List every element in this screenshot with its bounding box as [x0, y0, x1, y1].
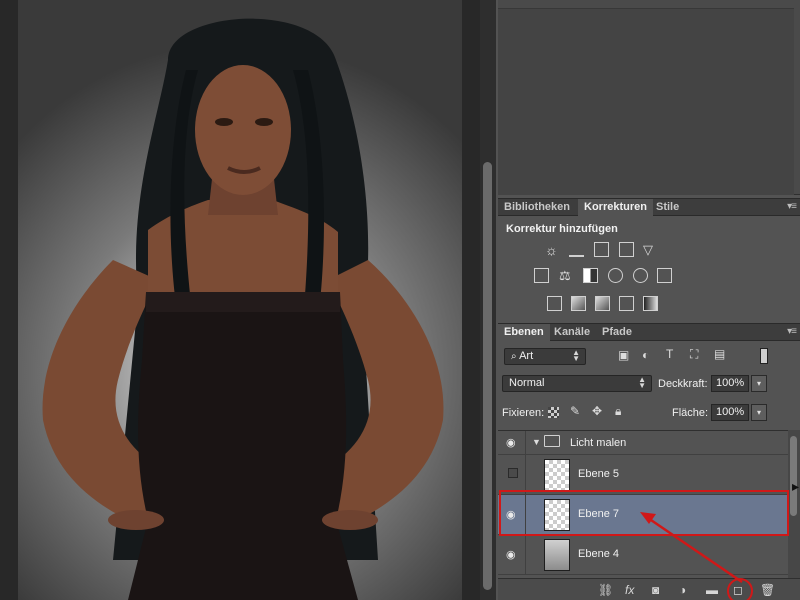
- fill-input[interactable]: 100%: [711, 404, 749, 421]
- tab-pfade[interactable]: Pfade: [596, 324, 638, 341]
- new-layer-icon[interactable]: ◻: [733, 583, 743, 597]
- updown-icon: ▲ ▼: [572, 348, 580, 363]
- layer-style-fx-icon[interactable]: fx: [625, 583, 634, 597]
- new-group-folder-icon[interactable]: ▬: [706, 583, 718, 597]
- posterize-icon[interactable]: [571, 296, 586, 311]
- search-icon: ⌕: [511, 351, 517, 362]
- channel-mixer-icon[interactable]: [633, 268, 648, 283]
- filter-toggle[interactable]: [760, 348, 768, 364]
- blend-mode-value: Normal: [509, 377, 545, 389]
- adjustment-layer-icon[interactable]: ◑: [679, 583, 686, 597]
- visibility-column[interactable]: ◉: [498, 495, 526, 534]
- invert-icon[interactable]: [547, 296, 562, 311]
- document-canvas-area[interactable]: [0, 0, 496, 600]
- layer-row-group[interactable]: ◉ ▼ Licht malen: [498, 431, 788, 455]
- opacity-input[interactable]: 100%: [711, 375, 749, 392]
- layers-panel-menu-icon[interactable]: ▾≡: [787, 326, 797, 337]
- layer-name[interactable]: Ebene 4: [578, 548, 619, 560]
- mouse-cursor-icon: ▸: [792, 478, 800, 494]
- tab-ebenen[interactable]: Ebenen: [498, 324, 550, 341]
- adjustments-title: Korrektur hinzufügen: [506, 223, 618, 235]
- tab-bibliotheken[interactable]: Bibliotheken: [498, 199, 576, 216]
- hue-saturation-icon[interactable]: [534, 268, 549, 283]
- adjustments-tabbar: Bibliotheken Korrekturen Stile ▾≡: [498, 198, 800, 216]
- link-layers-icon[interactable]: ⛓: [598, 583, 613, 597]
- type-filter-icon[interactable]: T: [666, 347, 673, 361]
- layer-name[interactable]: Ebene 5: [578, 468, 619, 480]
- tab-stile[interactable]: Stile: [650, 199, 685, 216]
- eye-icon[interactable]: ◉: [506, 548, 516, 561]
- layer-thumbnail: [544, 459, 570, 491]
- layers-tabbar: Ebenen Kanäle Pfade ▾≡: [498, 323, 800, 341]
- layer-name[interactable]: Ebene 7: [578, 508, 619, 520]
- eye-icon[interactable]: ◉: [506, 436, 516, 449]
- folder-icon: [544, 435, 560, 447]
- eye-icon[interactable]: ◉: [506, 508, 516, 521]
- top-panel: [498, 0, 800, 195]
- layer-row[interactable]: ◉ Ebene 4: [498, 535, 788, 575]
- tab-korrekturen[interactable]: Korrekturen: [578, 199, 653, 216]
- photo-filter-icon[interactable]: [608, 268, 623, 283]
- black-white-icon[interactable]: [583, 268, 598, 283]
- adjustment-filter-icon[interactable]: ◐: [642, 348, 649, 362]
- layer-row-selected[interactable]: ◉ Ebene 7: [498, 495, 788, 535]
- lock-position-icon[interactable]: ✥: [592, 404, 602, 418]
- shape-filter-icon[interactable]: ⛶: [690, 347, 698, 362]
- layer-thumbnail: [544, 499, 570, 531]
- color-balance-icon[interactable]: ⚖: [559, 268, 574, 283]
- threshold-icon[interactable]: [595, 296, 610, 311]
- layers-list: ◉ ▼ Licht malen Ebene 5 ◉ Ebene 7 ◉ Eben…: [498, 430, 800, 578]
- lock-all-icon[interactable]: 🔒︎: [615, 404, 621, 419]
- layer-name[interactable]: Licht malen: [570, 437, 626, 449]
- panel-menu-icon[interactable]: ▾≡: [787, 201, 797, 212]
- gradient-map-icon[interactable]: [643, 296, 658, 311]
- hidden-visibility-box[interactable]: [508, 468, 518, 478]
- top-panel-content: [498, 8, 794, 195]
- updown-icon: ▲ ▼: [638, 375, 646, 390]
- trash-icon[interactable]: 🗑︎: [760, 583, 775, 597]
- pixel-filter-icon[interactable]: ▣: [618, 348, 629, 362]
- curves-icon[interactable]: [594, 242, 609, 257]
- disclosure-triangle-icon[interactable]: ▼: [532, 437, 541, 447]
- exposure-icon[interactable]: [619, 242, 634, 257]
- fill-dropdown-button[interactable]: ▾: [751, 404, 767, 421]
- brightness-icon[interactable]: ☼: [545, 242, 560, 258]
- selective-color-icon[interactable]: [619, 296, 634, 311]
- lock-label: Fixieren:: [502, 407, 545, 419]
- tab-kanaele[interactable]: Kanäle: [548, 324, 596, 341]
- visibility-column[interactable]: ◉: [498, 431, 526, 454]
- layer-filter-value: Art: [519, 350, 534, 362]
- layer-row[interactable]: Ebene 5: [498, 455, 788, 495]
- lock-transparency-icon[interactable]: [548, 407, 559, 418]
- smart-object-filter-icon[interactable]: ▤: [714, 347, 725, 361]
- color-lookup-icon[interactable]: [657, 268, 672, 283]
- levels-icon[interactable]: [569, 242, 584, 257]
- opacity-dropdown-button[interactable]: ▾: [751, 375, 767, 392]
- blend-mode-select[interactable]: Normal ▲ ▼: [502, 375, 652, 392]
- vibrance-icon[interactable]: ▽: [643, 242, 658, 257]
- visibility-column[interactable]: ◉: [498, 535, 526, 574]
- opacity-label: Deckkraft:: [658, 378, 708, 390]
- layer-thumbnail: [544, 539, 570, 571]
- document-canvas[interactable]: [18, 0, 462, 600]
- layers-bottom-bar: ⛓ fx ◙ ◑ ▬ ◻ 🗑︎: [498, 578, 800, 600]
- canvas-scroll-thumb[interactable]: [483, 162, 492, 590]
- layer-mask-icon[interactable]: ◙: [652, 583, 659, 597]
- portrait-photo: [42, 18, 444, 600]
- layers-scroll-thumb[interactable]: [790, 436, 797, 516]
- lock-image-brush-icon[interactable]: ✎: [570, 404, 580, 418]
- visibility-column[interactable]: [498, 455, 526, 494]
- right-panel-dock: Bibliotheken Korrekturen Stile ▾≡ Korrek…: [498, 0, 800, 600]
- layer-filter-select[interactable]: ⌕ Art ▲ ▼: [504, 348, 586, 365]
- fill-label: Fläche:: [672, 407, 709, 419]
